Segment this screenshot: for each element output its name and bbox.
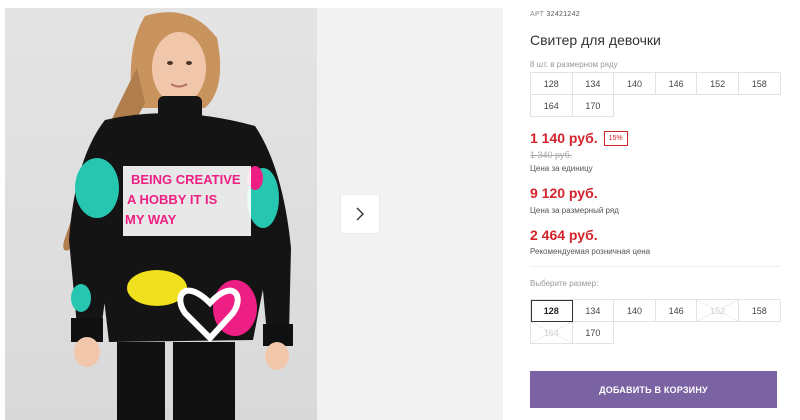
size-option-134[interactable]: 134	[572, 300, 615, 322]
pack-size-grid: 128 134 140 146 152 158 164 170	[530, 72, 781, 117]
girl-in-sweater-image: BEING CREATIVE A HOBBY IT IS MY WAY	[63, 12, 293, 420]
size-option-152-unavailable: 152	[697, 300, 739, 322]
size-selector: 128 134 140 146 152 158 164 170	[530, 299, 781, 344]
add-to-cart-button[interactable]: ДОБАВИТЬ В КОРЗИНУ	[530, 371, 777, 408]
article-number: АРТ 32421242	[530, 11, 580, 18]
pack-info: 8 шт. в размерном ряду	[530, 60, 618, 69]
size-option-164-unavailable: 164	[531, 322, 573, 344]
unit-price-label: Цена за единицу	[530, 164, 593, 173]
article-value: 32421242	[546, 11, 580, 18]
sweater-text-line-1: BEING CREATIVE	[131, 172, 241, 187]
unit-price-line: 1 140 руб. 15%	[530, 130, 628, 146]
pack-price-label: Цена за размерный ряд	[530, 206, 619, 215]
old-price: 1 340 руб.	[530, 150, 573, 160]
choose-size-label: Выберите размер:	[530, 279, 599, 288]
pack-price: 9 120 руб.	[530, 185, 598, 201]
pack-size-cell: 146	[655, 73, 698, 95]
pack-size-cell: 128	[531, 73, 573, 95]
pack-size-cell: 164	[531, 95, 573, 117]
rrp-price: 2 464 руб.	[530, 227, 598, 243]
product-info-panel: АРТ 32421242 Свитер для девочки 8 шт. в …	[503, 0, 800, 420]
article-label: АРТ	[530, 11, 545, 18]
size-option-146[interactable]: 146	[655, 300, 698, 322]
pack-size-cell: 140	[614, 73, 656, 95]
product-photo: BEING CREATIVE A HOBBY IT IS MY WAY	[5, 8, 317, 420]
size-option-140[interactable]: 140	[614, 300, 656, 322]
sweater-text-line-2: A HOBBY IT IS	[127, 192, 218, 207]
gallery-next-button[interactable]	[341, 195, 379, 233]
sweater-text-line-3: MY WAY	[125, 212, 177, 227]
rrp-price-label: Рекомендуемая розничная цена	[530, 247, 651, 256]
pack-size-cell: 152	[697, 73, 739, 95]
unit-price: 1 140 руб.	[530, 130, 598, 146]
divider	[530, 266, 780, 267]
pack-size-cell: 134	[572, 73, 615, 95]
size-option-170[interactable]: 170	[572, 322, 615, 344]
chevron-right-icon	[356, 207, 364, 221]
size-option-158[interactable]: 158	[738, 300, 781, 322]
pack-size-cell: 158	[738, 73, 781, 95]
size-option-128[interactable]: 128	[531, 300, 573, 322]
pack-size-cell: 170	[572, 95, 615, 117]
discount-badge: 15%	[603, 130, 628, 146]
product-title: Свитер для девочки	[530, 32, 661, 48]
product-gallery: BEING CREATIVE A HOBBY IT IS MY WAY	[0, 0, 503, 420]
